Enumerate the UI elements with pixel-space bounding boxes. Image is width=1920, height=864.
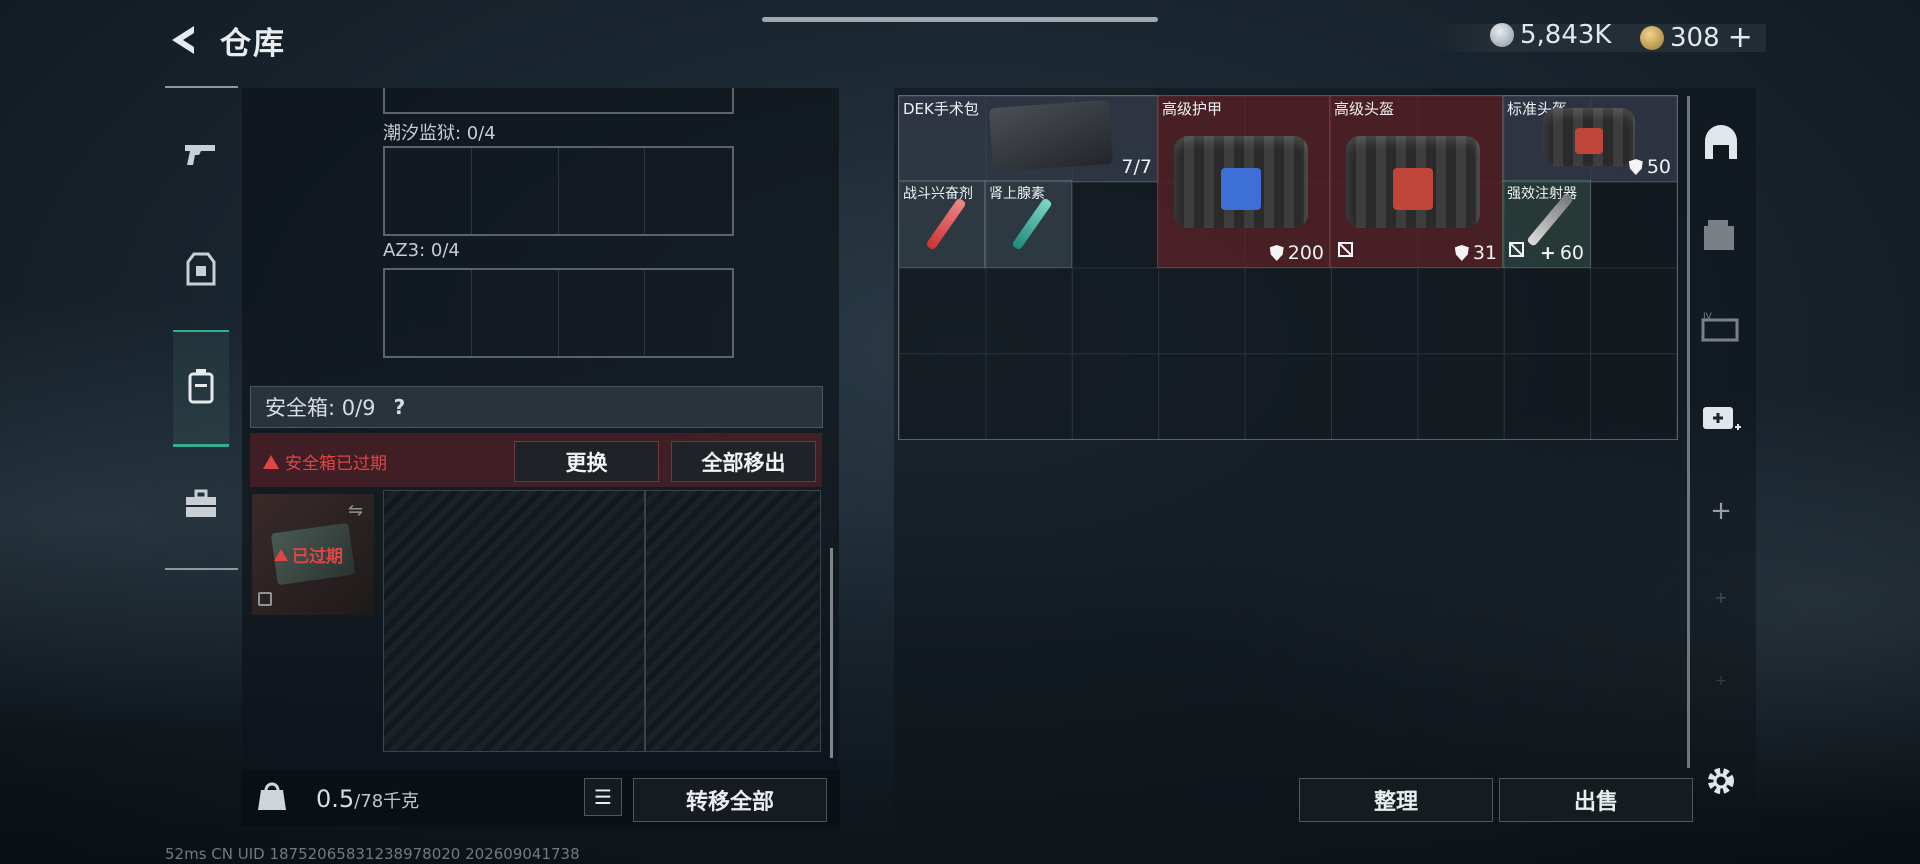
nav-divider-top — [165, 86, 238, 88]
stash-item-advanced-armor[interactable]: 高级护甲 200 — [1157, 95, 1331, 268]
stash-item-standard-helmet[interactable]: 标准头盔 50 — [1502, 95, 1678, 182]
weight-max: /78千克 — [354, 791, 420, 812]
add-tab-icon[interactable]: + — [1698, 488, 1744, 534]
slot-grid-az3[interactable] — [383, 268, 734, 358]
stash-item-advanced-helmet[interactable]: 高级头盔 31 — [1329, 95, 1504, 268]
help-icon[interactable]: ? — [394, 395, 406, 419]
expired-warning-text: 安全箱已过期 — [285, 454, 387, 474]
shield-icon — [1628, 159, 1643, 175]
expired-warning: 安全箱已过期 — [263, 449, 387, 474]
item-heal: +60 — [1539, 242, 1584, 264]
page-title: 仓库 — [220, 26, 286, 62]
gold-currency: 308 + — [1640, 20, 1753, 55]
add-tab-icon-faded-2: + — [1715, 673, 1727, 689]
slot-label-prison: 潮汐监狱: 0/4 — [383, 123, 496, 144]
item-name: 高级头盔 — [1334, 100, 1395, 118]
safe-box-title: 安全箱: 0/9 — [265, 396, 376, 420]
gold-amount: 308 — [1670, 22, 1720, 53]
weight-icon — [257, 780, 287, 812]
stash-tab-2-icon[interactable] — [1698, 212, 1744, 258]
syringe-teal-image — [1011, 197, 1053, 251]
nav-armor-icon[interactable] — [173, 242, 229, 298]
organize-button[interactable]: 整理 — [1299, 778, 1493, 822]
item-name: DEK手术包 — [903, 100, 979, 118]
item-durability: 31 — [1454, 242, 1497, 264]
stash-item-surgery-kit[interactable]: DEK手术包 7/7 — [898, 95, 1159, 182]
stash-tab-add-item-icon[interactable] — [1698, 396, 1744, 442]
transfer-all-button[interactable]: 转移全部 — [633, 778, 827, 822]
helmet-bag-image — [1346, 136, 1480, 228]
top-indicator — [762, 17, 1158, 22]
nav-backpack-icon[interactable] — [173, 358, 229, 414]
replace-button[interactable]: 更换 — [514, 441, 659, 482]
item-name: 高级护甲 — [1162, 100, 1223, 118]
nav-weapon-icon[interactable] — [173, 124, 229, 180]
plus-icon: + — [1539, 242, 1556, 264]
item-name: 肾上腺素 — [989, 186, 1045, 202]
slot-grid-partial — [383, 88, 734, 114]
item-durability: 50 — [1628, 156, 1671, 178]
standard-helmet-image — [1543, 108, 1635, 166]
stash-tab-main-icon[interactable] — [1698, 120, 1744, 166]
shield-icon — [1269, 245, 1284, 261]
gold-coin-icon — [1640, 25, 1664, 50]
back-arrow-icon[interactable] — [164, 20, 204, 60]
svg-text:IV: IV — [1703, 312, 1713, 322]
expired-tag-text: 已过期 — [292, 547, 343, 567]
sell-button[interactable]: 出售 — [1499, 778, 1693, 822]
add-tab-icon-faded: + — [1714, 587, 1728, 607]
safe-box-item[interactable]: 已过期 ⇋ — [252, 494, 374, 615]
nav-divider-bottom — [165, 568, 238, 570]
weight-current: 0.5 — [316, 785, 355, 813]
scrollbar[interactable] — [830, 548, 833, 758]
stash-tab-3-icon[interactable]: IV — [1698, 304, 1744, 350]
safe-box-slot-2[interactable] — [645, 490, 821, 752]
syringe-red-image — [925, 197, 967, 251]
nav-toolbox-icon[interactable] — [173, 476, 229, 532]
slot-grid-prison[interactable] — [383, 146, 734, 236]
swap-icon[interactable]: ⇋ — [348, 500, 363, 521]
shield-icon — [1454, 245, 1469, 261]
expired-tag: 已过期 — [274, 542, 343, 567]
silver-coin-icon — [1490, 23, 1514, 47]
stash-item-potent-injector[interactable]: 强效注射器 +60 — [1502, 180, 1591, 268]
add-gold-icon[interactable]: + — [1728, 20, 1753, 55]
settings-gear-icon[interactable] — [1698, 758, 1744, 804]
warning-icon — [263, 454, 279, 469]
stash-item-adrenaline[interactable]: 肾上腺素 — [984, 180, 1072, 268]
status-footer: 52ms CN UID 18752065831238978020 2026090… — [165, 845, 580, 863]
safe-box-header: 安全箱: 0/9 ? — [250, 386, 823, 428]
stash-tabs: IV + + + — [1686, 88, 1756, 830]
silver-currency: 5,843K — [1490, 20, 1611, 50]
item-durability: 200 — [1269, 242, 1324, 264]
warning-icon-small — [274, 548, 288, 561]
no-repair-icon — [1509, 242, 1524, 261]
no-repair-icon — [1338, 242, 1353, 261]
list-view-icon[interactable]: ☰ — [584, 778, 622, 816]
lock-icon — [258, 592, 272, 606]
silver-amount: 5,843K — [1520, 20, 1612, 50]
stash-item-combat-stim[interactable]: 战斗兴奋剂 — [898, 180, 986, 268]
slot-label-az3: AZ3: 0/4 — [383, 240, 460, 261]
safe-box-slot-1[interactable] — [383, 490, 645, 752]
armor-bag-image — [1174, 136, 1308, 228]
remove-all-button[interactable]: 全部移出 — [671, 441, 816, 482]
weight-display: 0.5/78千克 — [316, 785, 419, 813]
surgery-kit-image — [988, 99, 1114, 173]
item-count: 7/7 — [1121, 156, 1152, 178]
